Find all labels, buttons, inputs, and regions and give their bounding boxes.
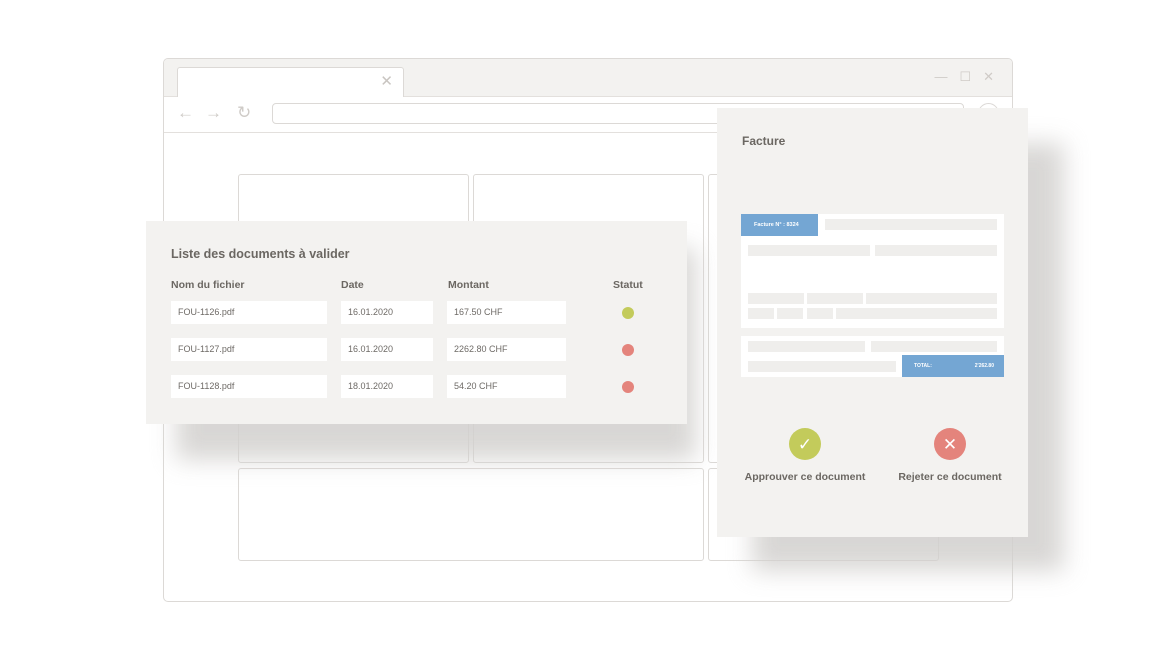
- placeholder-line: [748, 293, 804, 304]
- window-controls: — ☐ ✕: [934, 69, 994, 85]
- reject-button[interactable]: Rejeter ce document: [875, 471, 1025, 483]
- placeholder-line: [825, 219, 997, 230]
- status-dot: [622, 344, 634, 356]
- placeholder-line: [871, 341, 997, 352]
- invoice-panel: Facture Facture N° : 8324 TOTAL: 2'262.8…: [717, 108, 1028, 537]
- file-cell[interactable]: FOU-1127.pdf: [171, 338, 327, 361]
- browser-tab[interactable]: ✕: [177, 67, 404, 98]
- column-header-status: Statut: [613, 279, 643, 291]
- browser-titlebar: ✕ — ☐ ✕: [164, 59, 1012, 98]
- approve-check-icon[interactable]: ✓: [789, 428, 821, 460]
- invoice-totals: TOTAL: 2'262.80: [741, 336, 1004, 377]
- placeholder-line: [836, 308, 997, 319]
- date-cell: 16.01.2020: [341, 301, 433, 324]
- invoice-title: Facture: [742, 134, 786, 148]
- content-card: [238, 468, 704, 561]
- file-cell[interactable]: FOU-1126.pdf: [171, 301, 327, 324]
- placeholder-line: [748, 245, 870, 256]
- amount-cell: 2262.80 CHF: [447, 338, 566, 361]
- status-dot: [622, 381, 634, 393]
- placeholder-line: [748, 341, 865, 352]
- maximize-icon[interactable]: ☐: [959, 69, 971, 85]
- table-row[interactable]: FOU-1127.pdf 16.01.2020 2262.80 CHF: [146, 338, 687, 361]
- back-arrow-icon[interactable]: ←: [177, 103, 194, 123]
- placeholder-line: [807, 293, 863, 304]
- document-list-panel: Liste des documents à valider Nom du fic…: [146, 221, 687, 424]
- placeholder-line: [748, 308, 774, 319]
- total-label: TOTAL:: [914, 363, 932, 369]
- date-cell: 16.01.2020: [341, 338, 433, 361]
- column-header-file: Nom du fichier: [171, 279, 245, 291]
- total-badge: TOTAL: 2'262.80: [902, 355, 1004, 377]
- column-header-date: Date: [341, 279, 364, 291]
- amount-cell: 54.20 CHF: [447, 375, 566, 398]
- minimize-icon[interactable]: —: [934, 69, 947, 85]
- reload-icon[interactable]: ↻: [237, 103, 251, 123]
- tab-close-icon[interactable]: ✕: [380, 74, 393, 89]
- placeholder-line: [777, 308, 803, 319]
- status-dot: [622, 307, 634, 319]
- amount-cell: 167.50 CHF: [447, 301, 566, 324]
- placeholder-line: [866, 293, 997, 304]
- placeholder-line: [875, 245, 997, 256]
- reject-x-icon[interactable]: ✕: [934, 428, 966, 460]
- date-cell: 18.01.2020: [341, 375, 433, 398]
- column-header-amount: Montant: [448, 279, 489, 291]
- placeholder-line: [748, 361, 896, 372]
- window-close-icon[interactable]: ✕: [983, 69, 994, 85]
- table-row[interactable]: FOU-1128.pdf 18.01.2020 54.20 CHF: [146, 375, 687, 398]
- list-title: Liste des documents à valider: [171, 247, 350, 261]
- table-row[interactable]: FOU-1126.pdf 16.01.2020 167.50 CHF: [146, 301, 687, 324]
- forward-arrow-icon[interactable]: →: [205, 103, 222, 123]
- invoice-preview: Facture N° : 8324: [741, 214, 1004, 328]
- file-cell[interactable]: FOU-1128.pdf: [171, 375, 327, 398]
- approve-button[interactable]: Approuver ce document: [730, 471, 880, 483]
- total-value: 2'262.80: [974, 363, 994, 369]
- invoice-number-badge: Facture N° : 8324: [741, 214, 818, 236]
- placeholder-line: [807, 308, 833, 319]
